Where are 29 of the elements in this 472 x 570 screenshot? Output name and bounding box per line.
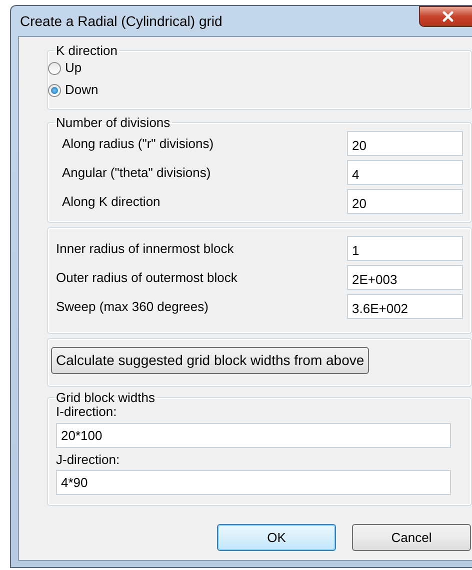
radio-label: Down [65, 81, 98, 100]
input-field[interactable]: 4 [347, 160, 463, 185]
radio-button[interactable] [48, 84, 61, 96]
field-label: Angular ("theta" divisions) [61, 164, 211, 182]
field-label: Outer radius of outermost block [56, 268, 238, 287]
field-label: I-direction: [56, 404, 118, 420]
field-label: Along radius ("r" divisions) [61, 134, 214, 153]
group-title: Grid block widths [55, 391, 156, 404]
cancel-button[interactable]: Cancel [352, 524, 471, 552]
close-icon [442, 11, 454, 22]
radio-button[interactable] [48, 62, 61, 74]
group-title: Number of divisions [55, 116, 172, 129]
input-field[interactable]: 20*100 [56, 422, 451, 448]
input-field[interactable]: 2E+003 [347, 265, 463, 290]
field-label: Inner radius of innermost block [56, 240, 234, 258]
calculate-button[interactable]: Calculate suggested grid block widths from above [51, 347, 370, 374]
radio-label: Up [65, 59, 82, 78]
ok-button[interactable]: OK [217, 524, 336, 552]
input-field[interactable]: 4*90 [56, 470, 451, 496]
field-label: Along K direction [61, 192, 160, 211]
group-title: K direction [55, 44, 118, 57]
close-button[interactable] [419, 6, 472, 27]
field-label: J-direction: [56, 452, 121, 468]
input-field[interactable]: 20 [347, 189, 463, 214]
input-field[interactable]: 3.6E+002 [347, 294, 463, 319]
window-title: Create a Radial (Cylindrical) grid [20, 12, 222, 31]
input-field[interactable]: 1 [347, 236, 463, 261]
field-label: Sweep (max 360 degrees) [56, 298, 208, 316]
input-field[interactable]: 20 [347, 131, 463, 156]
